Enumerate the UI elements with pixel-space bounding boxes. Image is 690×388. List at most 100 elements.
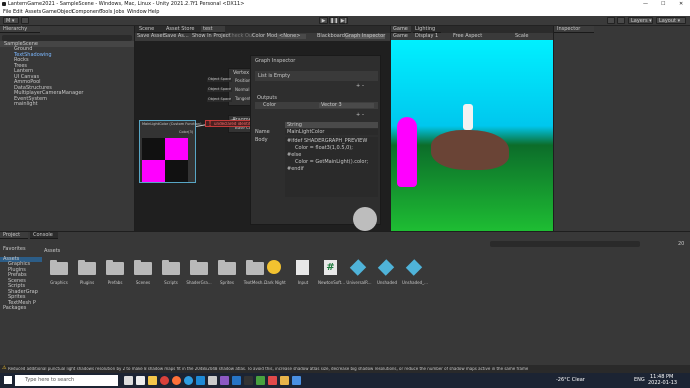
output-name: Color <box>263 102 277 108</box>
vertex-port-position[interactable]: Object Space <box>207 77 233 82</box>
menu-window[interactable]: Window <box>127 10 147 15</box>
folder-icon[interactable] <box>190 260 208 275</box>
check-out-button[interactable]: Check Out <box>228 34 254 39</box>
shader-asset-icon[interactable] <box>377 259 395 276</box>
save-as-button[interactable]: Save As... <box>164 34 189 39</box>
tree-item[interactable]: Favorites <box>0 247 42 253</box>
tab-console[interactable]: Console <box>30 232 58 239</box>
show-in-project-button[interactable]: Show In Project <box>192 34 230 39</box>
save-asset-button[interactable]: Save Asset <box>137 34 165 39</box>
app-icon[interactable] <box>256 376 265 385</box>
game-label: Game <box>393 33 408 39</box>
app-icon[interactable] <box>280 376 289 385</box>
menu-jobs[interactable]: Jobs <box>114 10 124 15</box>
output-row[interactable]: Color Vector 3 <box>255 102 378 109</box>
breadcrumb[interactable]: Assets <box>44 249 60 254</box>
folder-icon[interactable] <box>218 260 236 275</box>
body-textarea[interactable]: #ifdef SHADERGRAPH_PREVIEW Color = float… <box>285 137 378 197</box>
menu-assets[interactable]: Assets <box>25 10 41 15</box>
app-icon[interactable] <box>268 376 277 385</box>
lighting-settings-icon[interactable] <box>267 260 281 274</box>
vertex-port-normal[interactable]: Object Space <box>207 87 233 92</box>
edge-icon[interactable] <box>184 376 193 385</box>
color-mode-dropdown[interactable]: <None> <box>277 34 307 39</box>
menu-edit[interactable]: Edit <box>13 10 23 15</box>
display-dropdown[interactable]: Display 1 <box>415 34 438 39</box>
folder-icon[interactable] <box>246 260 264 275</box>
mail-icon[interactable] <box>232 376 241 385</box>
step-button[interactable]: ▶| <box>339 17 348 24</box>
shader-asset-icon[interactable] <box>405 259 423 276</box>
output-add-button[interactable]: + – <box>356 113 364 118</box>
app-icon[interactable] <box>292 376 301 385</box>
account-dropdown[interactable]: M ▾ <box>3 17 19 24</box>
folder-icon[interactable] <box>50 260 68 275</box>
search-icon[interactable] <box>617 17 625 24</box>
hierarchy-item[interactable]: mainlight <box>0 102 134 108</box>
tab-game[interactable]: Game <box>391 26 411 33</box>
main-toolbar: M ▾ ▶ ❚❚ ▶| Layers ▾ Layout ▾ <box>0 16 690 26</box>
unity-hub-icon[interactable] <box>136 376 145 385</box>
menu-help[interactable]: Help <box>148 10 159 15</box>
cloud-icon[interactable] <box>21 17 29 24</box>
visualstudio-icon[interactable] <box>220 376 229 385</box>
body-line: #ifdef SHADERGRAPH_PREVIEW <box>287 138 368 144</box>
status-message: Reduced additional punctual light shadow… <box>8 366 529 371</box>
close-button[interactable]: ✕ <box>679 2 683 7</box>
taskbar-search[interactable]: Type here to search <box>15 375 118 386</box>
folder-icon[interactable] <box>78 260 96 275</box>
tab-inspector[interactable]: Inspector <box>554 26 594 33</box>
body-line: Color = float3(1,0.5,0); <box>295 145 353 151</box>
play-button[interactable]: ▶ <box>319 17 328 24</box>
menu-file[interactable]: File <box>3 10 11 15</box>
type-dropdown[interactable]: String <box>285 122 378 128</box>
vertex-port-tangent[interactable]: Object Space <box>207 97 233 102</box>
firefox-icon[interactable] <box>172 376 181 385</box>
tree-item[interactable]: Packages <box>0 306 42 312</box>
folder-icon[interactable] <box>106 260 124 275</box>
language-indicator[interactable]: ENG <box>634 378 645 383</box>
asset-label: Plugins <box>79 280 95 285</box>
shader-asset-icon[interactable] <box>349 259 367 276</box>
list-add-button[interactable]: + – <box>356 84 364 89</box>
graph-inspector-toggle[interactable]: Graph Inspector <box>345 34 386 39</box>
blackboard-toggle[interactable]: Blackboard <box>317 34 345 39</box>
menu-tools[interactable]: Tools <box>100 10 112 15</box>
pause-button[interactable]: ❚❚ <box>329 17 338 24</box>
graph-inspector-title: Graph Inspector <box>255 58 296 64</box>
taskview-icon[interactable] <box>124 376 133 385</box>
tab-asset-store[interactable]: Asset Store <box>164 26 200 33</box>
output-type-dropdown[interactable]: Vector 3 <box>319 103 374 108</box>
collab-icon[interactable] <box>607 17 615 24</box>
layers-dropdown[interactable]: Layers ▾ <box>628 17 653 24</box>
tab-lighting[interactable]: Lighting <box>413 26 441 33</box>
project-search[interactable] <box>490 241 640 247</box>
windows-start-icon[interactable] <box>4 376 12 384</box>
tab-project[interactable]: Project <box>0 232 28 239</box>
folder-icon[interactable] <box>134 260 152 275</box>
clock-date[interactable]: 2022-01-13 <box>648 381 677 386</box>
name-field[interactable]: MainLightColor <box>285 129 378 135</box>
chrome-icon[interactable] <box>160 376 169 385</box>
csharp-script-icon[interactable]: # <box>324 260 337 275</box>
tab-test[interactable]: test <box>201 26 225 33</box>
folder-icon[interactable] <box>162 260 180 275</box>
vertex-output-position: Position <box>235 78 251 83</box>
weather-widget[interactable]: -26°C Clear <box>556 378 585 383</box>
maximize-button[interactable]: ☐ <box>661 2 665 7</box>
minimize-button[interactable]: — <box>643 2 648 7</box>
unity-icon[interactable] <box>208 376 217 385</box>
menu-gameobject[interactable]: GameObject <box>42 10 73 15</box>
menu-component[interactable]: Component <box>72 10 101 15</box>
file-explorer-icon[interactable] <box>148 376 157 385</box>
tab-scene[interactable]: Scene <box>137 26 163 33</box>
custom-function-node[interactable]: MainLightColor (Custom Function) Color(3… <box>139 120 201 183</box>
status-bar[interactable]: ⚠ Reduced additional punctual light shad… <box>0 365 690 373</box>
layout-dropdown[interactable]: Layout ▾ <box>656 17 686 24</box>
aspect-dropdown[interactable]: Free Aspect <box>453 34 482 39</box>
terminal-icon[interactable] <box>244 376 253 385</box>
graph-tab-strip: Scene Asset Store test <box>135 26 390 33</box>
input-asset-icon[interactable] <box>296 260 309 275</box>
vscode-icon[interactable] <box>196 376 205 385</box>
tab-hierarchy[interactable]: Hierarchy <box>0 26 40 33</box>
